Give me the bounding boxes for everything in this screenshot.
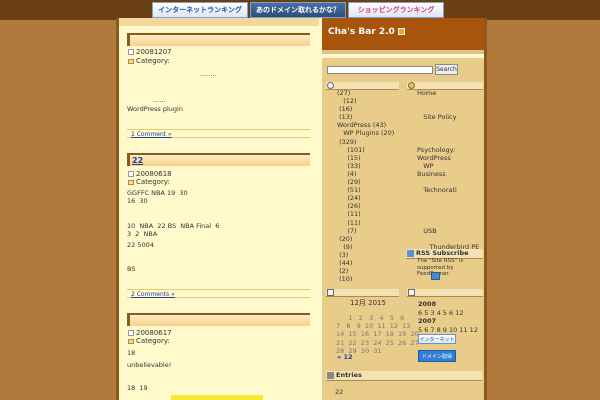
internet-ranking-banner[interactable]: インターネットランキング [152,2,248,18]
post-title-link[interactable]: 22 [132,156,143,165]
domain-banner[interactable]: あのドメイン取れるかな？ [250,2,346,18]
entries-count: 22 [335,388,344,396]
post-comments-bar: 1 Comment » [127,129,310,138]
calendar-prev-link[interactable]: « 12 [337,353,353,361]
search-button[interactable]: Search [435,64,458,75]
archive-list[interactable]: 2008 6 5 3 4 5 6 12 2007 5 6 7 8 9 10 11… [418,300,478,334]
internet-ranking-badge[interactable]: インターネット [418,334,456,344]
calendar-header [326,289,399,297]
post-text: 3 2 NBA [127,230,158,238]
comments-link[interactable]: 1 Comment » [131,131,172,138]
entries-icon [327,372,334,379]
pages-icon [408,82,415,89]
post-title-bar [127,33,310,46]
search-input[interactable] [327,66,433,74]
shopping-ranking-banner[interactable]: ショッピングランキング [348,2,444,18]
post-date: 20080617 [128,329,172,337]
post-title-bar: 22 [127,153,310,166]
date-icon [128,171,134,177]
feedburner-button[interactable] [431,272,440,280]
date-icon [128,49,134,55]
post-text: 18 19 [127,384,148,392]
post-category: Category: [128,57,170,65]
post-title-bar [127,313,310,326]
post-date: 20081207 [128,48,172,56]
wordpress-icon [327,82,334,89]
feed-icon[interactable] [397,28,405,35]
post-text: 10 NBA 22 BS NBA Final 6 [127,222,220,230]
entries-header: Entries [326,371,482,381]
post-text: 22 5004 [127,241,154,249]
folder-icon [128,179,134,185]
post-text: 18 [127,349,136,357]
post-text: ........ [200,70,217,78]
banner-row: インターネットランキング あのドメイン取れるかな？ ショッピングランキング [152,2,444,18]
domain-badge[interactable]: ドメイン取得 [418,350,456,362]
folder-icon [128,338,134,344]
post-date: 20080618 [128,170,172,178]
post-text: ...... [153,96,166,104]
category-list[interactable]: (27) (12) (16) (13) WordPress (43) WP Pl… [337,89,394,283]
content-header-strip [119,18,319,26]
calendar-grid[interactable]: 1 2 3 4 5 6 7 8 9 10 11 12 13 14 15 16 1… [336,314,419,355]
post-text: BS [127,265,136,273]
post-category: Category: [128,337,170,345]
post-text: 16 30 [127,197,148,205]
calendar-icon [327,289,334,296]
feedburner-text: The "Site RSS" is supported by FeedBurne… [417,258,464,277]
post-text: WordPress plugin [127,105,183,113]
post-text: unbelievable! [127,361,172,369]
blog-title[interactable]: Cha's Bar 2.0 [328,27,405,37]
highlighted-text [171,395,263,400]
post-comments-bar: 2 Comments » [127,289,310,298]
rss-icon [407,250,414,257]
post-category: Category: [128,178,170,186]
folder-icon [128,58,134,64]
blog-title-text[interactable]: Cha's Bar 2.0 [328,27,395,37]
archive-header [407,289,483,297]
date-icon [128,330,134,336]
post-text: GGFFC NBA 19 30 [127,189,188,197]
comments-link[interactable]: 2 Comments » [131,291,175,298]
calendar-title: 12月 2015 [350,299,386,307]
archive-icon [408,289,415,296]
